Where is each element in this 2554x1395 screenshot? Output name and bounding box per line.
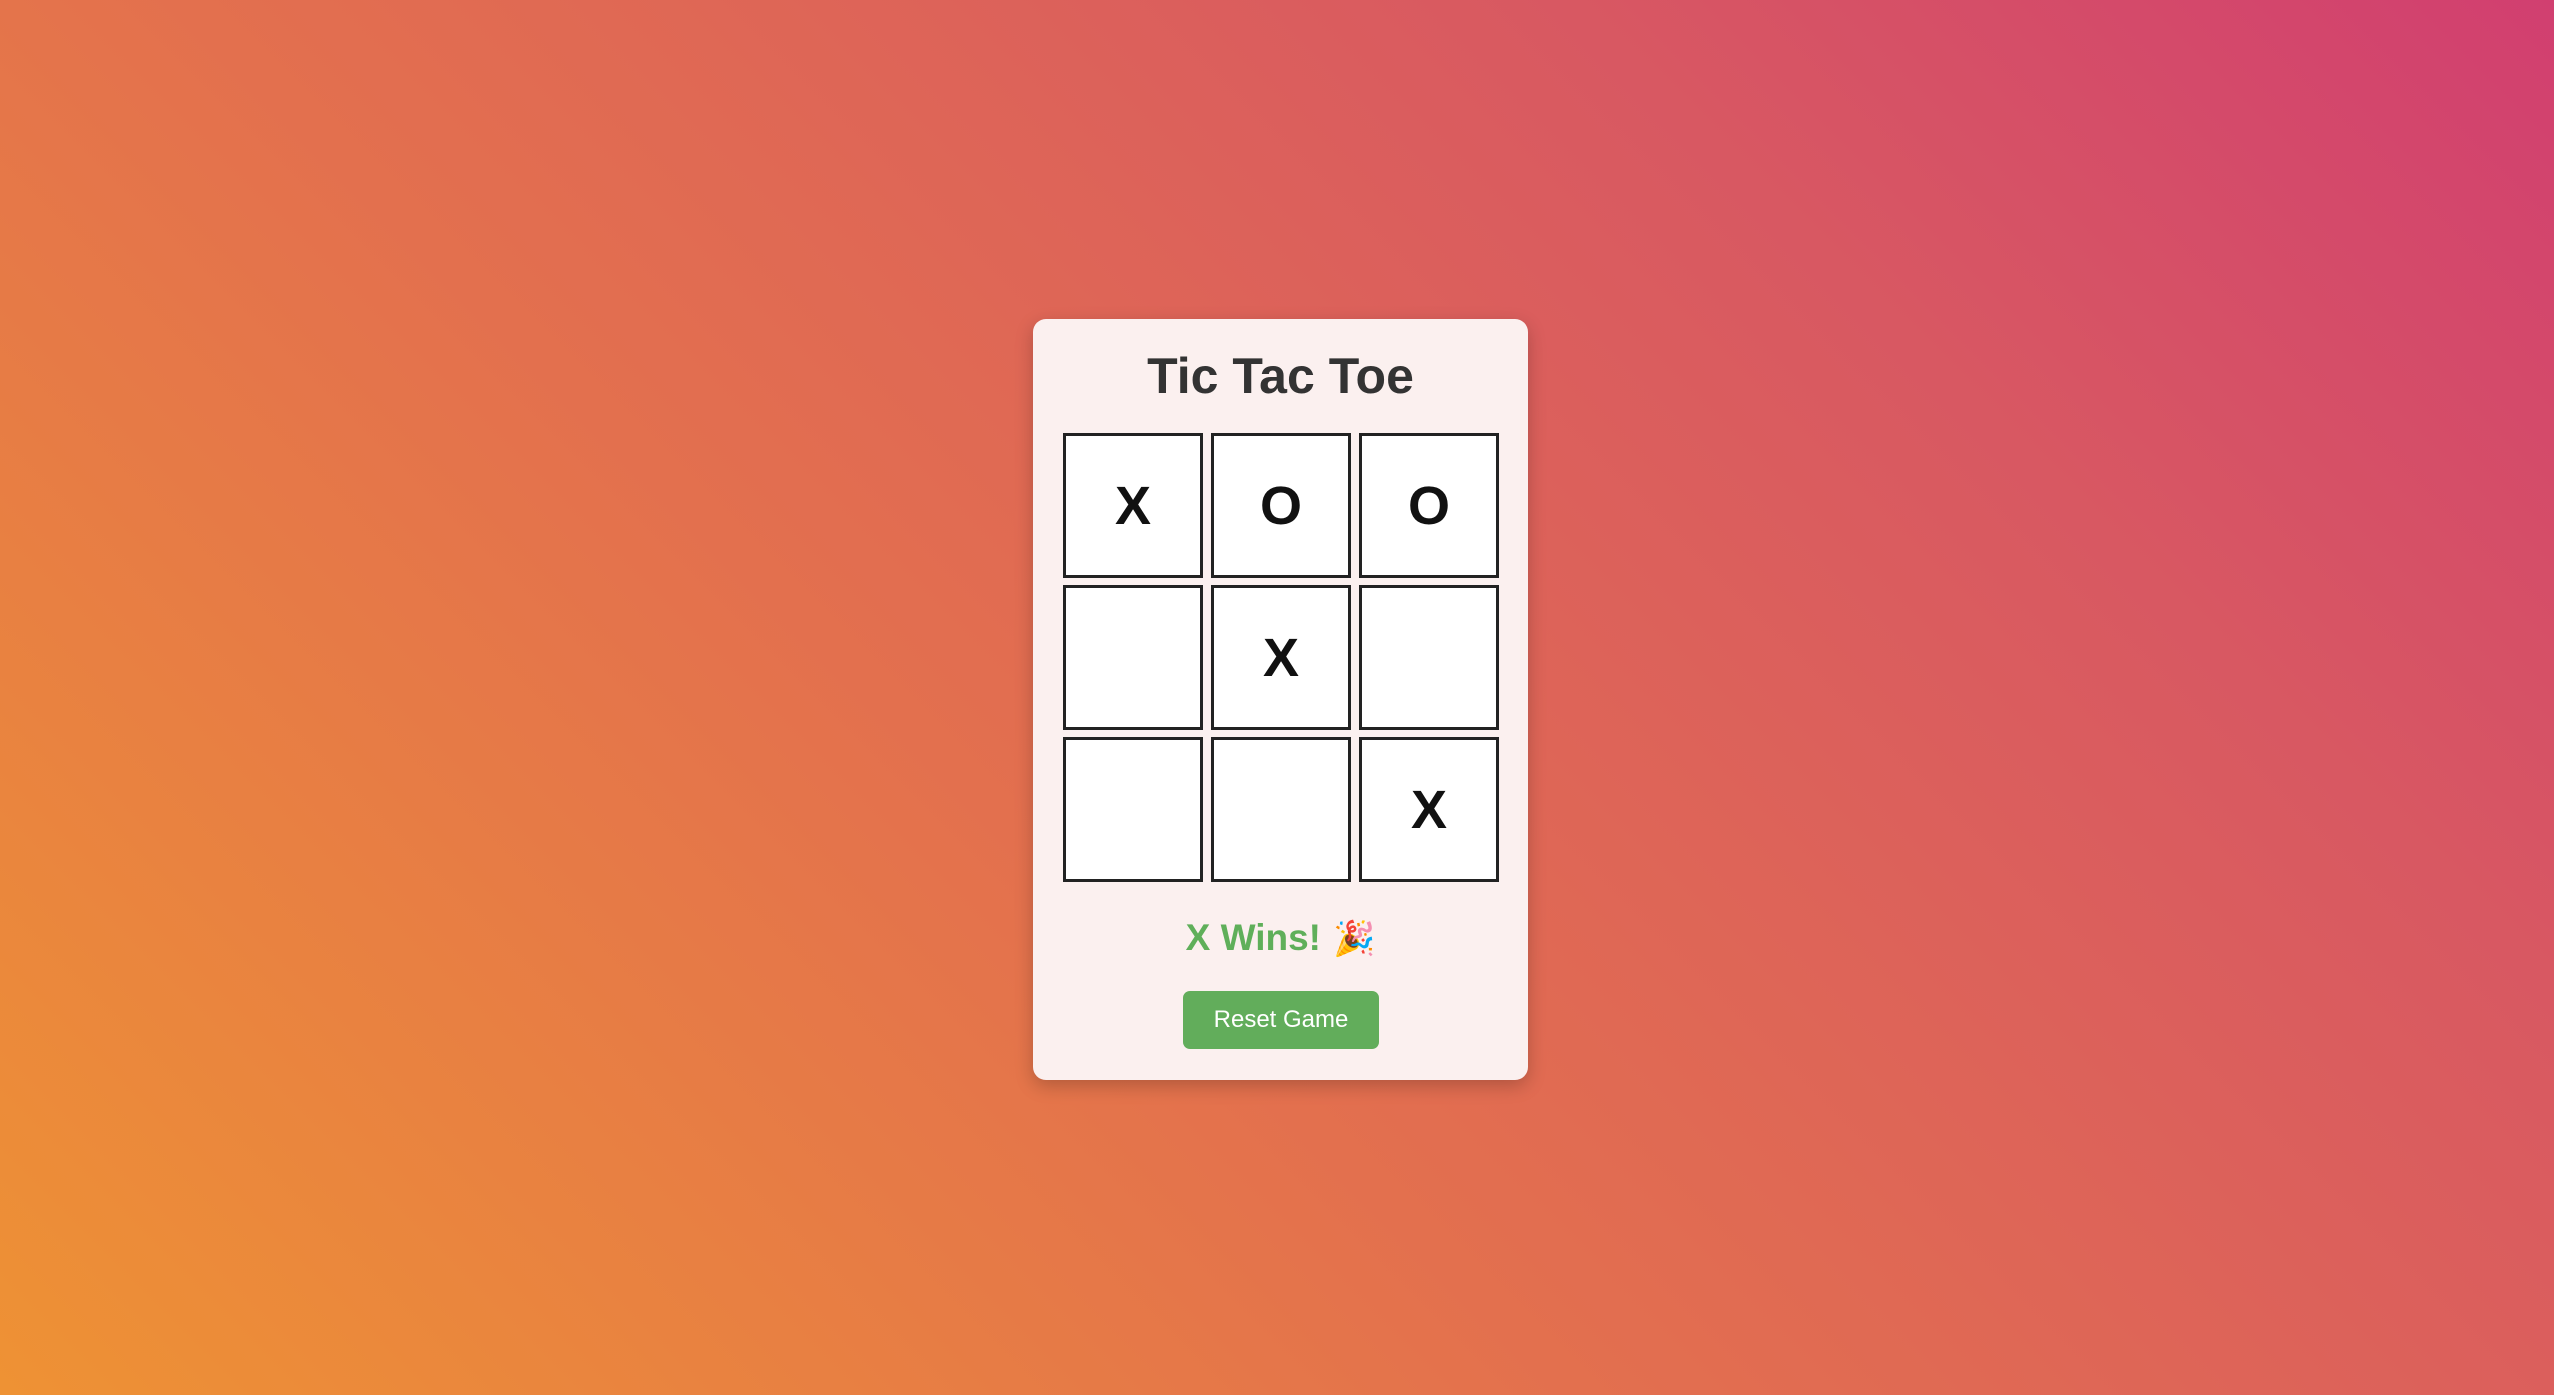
board-cell-2[interactable]: O (1211, 433, 1351, 578)
game-board: X O O X X (1063, 433, 1499, 882)
status-text: X Wins! (1185, 917, 1321, 958)
board-cell-5[interactable]: X (1211, 585, 1351, 730)
reset-game-button[interactable]: Reset Game (1183, 991, 1379, 1049)
board-cell-1[interactable]: X (1063, 433, 1203, 578)
page: { "title": "Tic Tac Toe", "board": { "ce… (0, 0, 2554, 1395)
board-cell-8[interactable] (1211, 737, 1351, 882)
board-cell-6[interactable] (1359, 585, 1499, 730)
game-status: X Wins! 🎉 (1033, 916, 1528, 960)
board-cell-4[interactable] (1063, 585, 1203, 730)
board-cell-7[interactable] (1063, 737, 1203, 882)
party-popper-icon: 🎉 (1333, 920, 1376, 958)
game-card: Tic Tac Toe X O O X X X Wins! 🎉 Reset Gam… (1033, 319, 1528, 1080)
board-cell-9[interactable]: X (1359, 737, 1499, 882)
page-title: Tic Tac Toe (1147, 348, 1414, 404)
board-cell-3[interactable]: O (1359, 433, 1499, 578)
